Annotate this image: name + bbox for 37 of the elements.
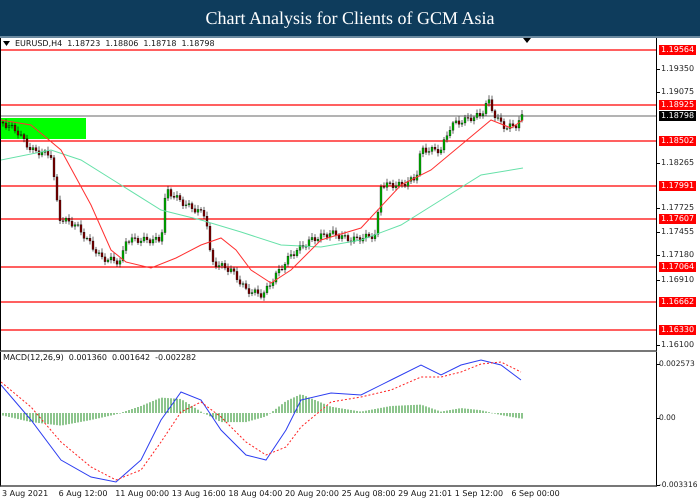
time-tick: 25 Aug 08:00 <box>342 488 397 500</box>
price-tick: 1.18265 <box>661 158 694 168</box>
price-tick: 1.19075 <box>661 87 694 97</box>
level-price-tag: 1.17607 <box>659 214 696 224</box>
price-value: 1.18718 <box>143 39 176 48</box>
symbol-label: EURUSD,H4 <box>15 39 62 48</box>
indicator-label: MACD(12,26,9) <box>3 353 64 362</box>
time-tick: 1 Sep 12:00 <box>454 488 504 500</box>
price-tick: 1.17455 <box>661 227 694 237</box>
page-title: Chart Analysis for Clients of GCM Asia <box>0 0 700 38</box>
price-value: 1.18806 <box>105 39 138 48</box>
level-price-tag: 1.18502 <box>659 136 696 146</box>
level-price-tag: 1.16662 <box>659 297 696 307</box>
indicator-value: 0.001642 <box>112 353 150 362</box>
price-tick: 1.16100 <box>661 340 694 350</box>
level-price-tag: 1.18925 <box>659 100 696 110</box>
price-tick: 1.17180 <box>661 250 694 260</box>
time-tick: 29 Aug 21:01 <box>398 488 454 500</box>
price-value: 1.18723 <box>67 39 100 48</box>
time-tick: 6 Sep 00:00 <box>511 488 561 500</box>
time-tick: 13 Aug 16:00 <box>172 488 227 500</box>
price-tick: 1.19350 <box>661 64 694 74</box>
price-tick: 1.16910 <box>661 275 694 285</box>
indicator-value: 0.001360 <box>68 353 107 362</box>
price-value: 1.18798 <box>182 39 215 48</box>
current-price-tag: 1.18798 <box>659 111 696 121</box>
price-tick: 1.17725 <box>661 203 694 213</box>
time-tick: 6 Aug 12:00 <box>58 488 108 500</box>
level-price-tag: 1.17064 <box>659 262 696 272</box>
level-price-tag: 1.19564 <box>659 45 696 55</box>
level-price-tag: 1.17991 <box>659 181 696 191</box>
level-price-tag: 1.16330 <box>659 325 696 335</box>
time-tick: 3 Aug 2021 <box>2 488 50 500</box>
time-tick: 20 Aug 20:00 <box>284 488 340 500</box>
indicator-value: -0.002282 <box>155 353 196 362</box>
time-tick: 11 Aug 00:00 <box>115 488 170 500</box>
time-tick: 18 Aug 04:00 <box>228 488 284 500</box>
